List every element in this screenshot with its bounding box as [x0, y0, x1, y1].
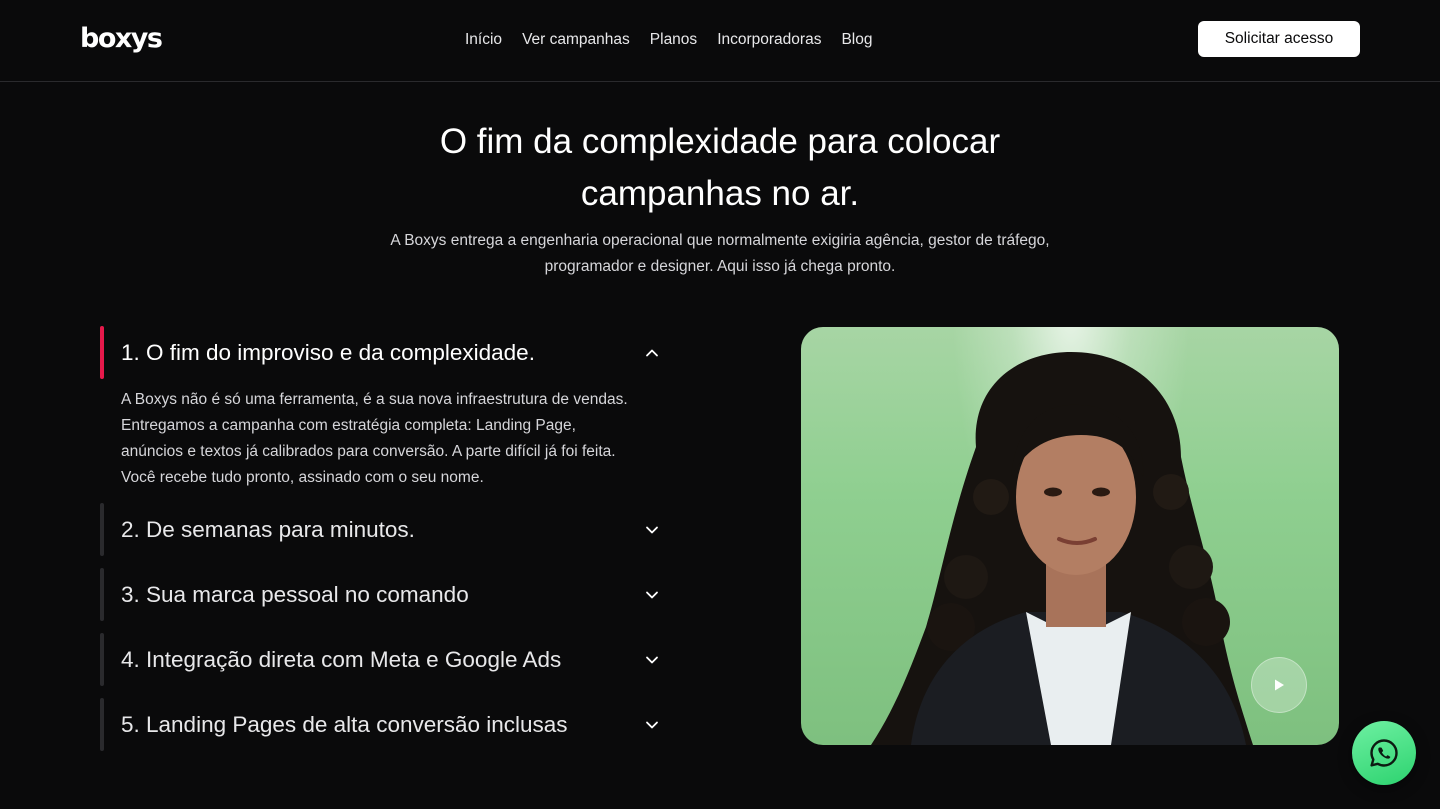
chevron-down-icon — [644, 652, 660, 668]
accordion-header-1[interactable]: 1. O fim do improviso e da complexidade. — [100, 326, 670, 379]
accordion-item-1: 1. O fim do improviso e da complexidade.… — [100, 326, 670, 491]
nav-link-incorporadoras[interactable]: Incorporadoras — [717, 30, 821, 50]
accordion-item-5: 5. Landing Pages de alta conversão inclu… — [100, 698, 670, 751]
accordion-item-2: 2. De semanas para minutos. — [100, 503, 670, 556]
accordion-body-line: anúncios e textos já calibrados para con… — [121, 443, 616, 460]
nav-link-planos[interactable]: Planos — [650, 30, 697, 50]
video-card[interactable] — [801, 327, 1339, 745]
nav-link-blog[interactable]: Blog — [841, 30, 872, 50]
hero-subtitle: A Boxys entrega a engenharia operacional… — [340, 228, 1100, 280]
request-access-button[interactable]: Solicitar acesso — [1198, 21, 1360, 57]
accordion-indicator — [100, 633, 104, 686]
chevron-down-icon — [644, 717, 660, 733]
accordion-title-2: 2. De semanas para minutos. — [121, 516, 415, 542]
accordion-active-indicator — [100, 326, 104, 379]
nav-link-ver-campanhas[interactable]: Ver campanhas — [522, 30, 630, 50]
brand-logo[interactable]: boxys — [80, 23, 163, 54]
brand-logo-text: boxys — [80, 23, 163, 54]
features-accordion: 1. O fim do improviso e da complexidade.… — [100, 326, 670, 763]
site-header: boxys Início Ver campanhas Planos Incorp… — [0, 0, 1440, 82]
accordion-indicator — [100, 698, 104, 751]
accordion-indicator — [100, 568, 104, 621]
accordion-body-line: Entregamos a campanha com estratégia com… — [121, 417, 576, 434]
accordion-header-2[interactable]: 2. De semanas para minutos. — [100, 503, 670, 556]
accordion-body-line: A Boxys não é só uma ferramenta, é a sua… — [121, 391, 628, 408]
chevron-up-icon — [644, 345, 660, 361]
hero-subtitle-line-2: programador e designer. Aqui isso já che… — [544, 258, 896, 275]
accordion-body-1: A Boxys não é só uma ferramenta, é a sua… — [100, 379, 660, 491]
hero-subtitle-line-1: A Boxys entrega a engenharia operacional… — [390, 232, 1050, 249]
chevron-down-icon — [644, 587, 660, 603]
whatsapp-icon — [1370, 739, 1398, 767]
accordion-title-4: 4. Integração direta com Meta e Google A… — [121, 646, 562, 672]
accordion-item-4: 4. Integração direta com Meta e Google A… — [100, 633, 670, 686]
accordion-header-3[interactable]: 3. Sua marca pessoal no comando — [100, 568, 670, 621]
hero-title-line-1: O fim da complexidade para colocar — [439, 122, 1001, 161]
accordion-indicator — [100, 503, 104, 556]
accordion-title-1: 1. O fim do improviso e da complexidade. — [121, 339, 535, 365]
whatsapp-button[interactable] — [1352, 721, 1416, 785]
video-play-button[interactable] — [1251, 657, 1307, 713]
accordion-item-3: 3. Sua marca pessoal no comando — [100, 568, 670, 621]
accordion-header-4[interactable]: 4. Integração direta com Meta e Google A… — [100, 633, 670, 686]
hero-title: O fim da complexidade para colocar campa… — [320, 116, 1120, 220]
nav-link-inicio[interactable]: Início — [465, 30, 502, 50]
accordion-title-3: 3. Sua marca pessoal no comando — [121, 581, 469, 607]
main-nav: Início Ver campanhas Planos Incorporador… — [465, 30, 872, 50]
accordion-header-5[interactable]: 5. Landing Pages de alta conversão inclu… — [100, 698, 670, 751]
accordion-title-5: 5. Landing Pages de alta conversão inclu… — [121, 711, 568, 737]
hero-title-line-2: campanhas no ar. — [580, 174, 860, 213]
accordion-body-line: Você recebe tudo pronto, assinado com o … — [121, 469, 484, 486]
play-icon — [1275, 679, 1284, 691]
chevron-down-icon — [644, 522, 660, 538]
